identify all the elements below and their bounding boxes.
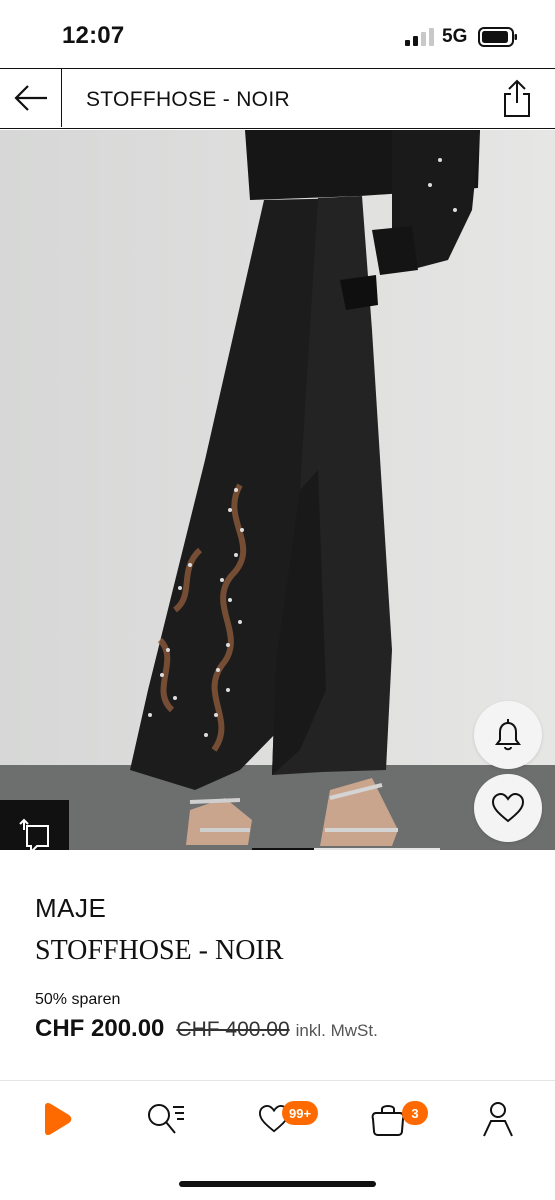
carousel-indicator	[252, 848, 440, 850]
nav-search[interactable]	[136, 1095, 196, 1143]
search-icon	[148, 1104, 184, 1134]
cart-badge: 3	[402, 1101, 428, 1125]
price-row: CHF 200.00 CHF 400.00 inkl. MwSt.	[35, 1015, 378, 1043]
home-indicator	[179, 1181, 376, 1187]
original-price: CHF 400.00	[176, 1018, 290, 1041]
product-brand[interactable]: MAJE	[35, 893, 106, 924]
cart-bag-icon	[371, 1105, 405, 1136]
size-fit-button[interactable]	[0, 800, 69, 850]
play-logo-icon	[45, 1102, 72, 1136]
status-time: 12:07	[62, 22, 125, 49]
wishlist-badge: 99+	[282, 1101, 319, 1125]
share-button[interactable]	[501, 79, 533, 119]
product-name: STOFFHOSE - NOIR	[35, 935, 284, 966]
carousel-active-segment	[252, 848, 314, 850]
current-price: CHF 200.00	[35, 1015, 165, 1042]
vat-note: inkl. MwSt.	[295, 1021, 378, 1040]
bell-icon	[495, 719, 521, 751]
nav-home[interactable]	[26, 1095, 86, 1143]
heart-icon	[491, 792, 525, 823]
arrow-left-icon	[13, 85, 47, 111]
discount-label: 50% sparen	[35, 991, 121, 1008]
notify-button[interactable]	[474, 701, 542, 769]
user-icon	[483, 1102, 513, 1137]
battery-icon	[478, 27, 517, 47]
wishlist-button[interactable]	[474, 774, 542, 842]
share-icon	[504, 79, 530, 117]
header-title: STOFFHOSE - NOIR	[86, 88, 290, 111]
back-button[interactable]	[0, 69, 62, 127]
nav-account[interactable]	[468, 1095, 528, 1143]
status-bar: 12:07 5G	[0, 0, 555, 68]
network-label: 5G	[442, 26, 468, 47]
size-fit-icon	[18, 818, 49, 850]
signal-icon	[405, 28, 434, 46]
product-image[interactable]	[0, 130, 555, 850]
product-header: STOFFHOSE - NOIR	[0, 68, 555, 129]
